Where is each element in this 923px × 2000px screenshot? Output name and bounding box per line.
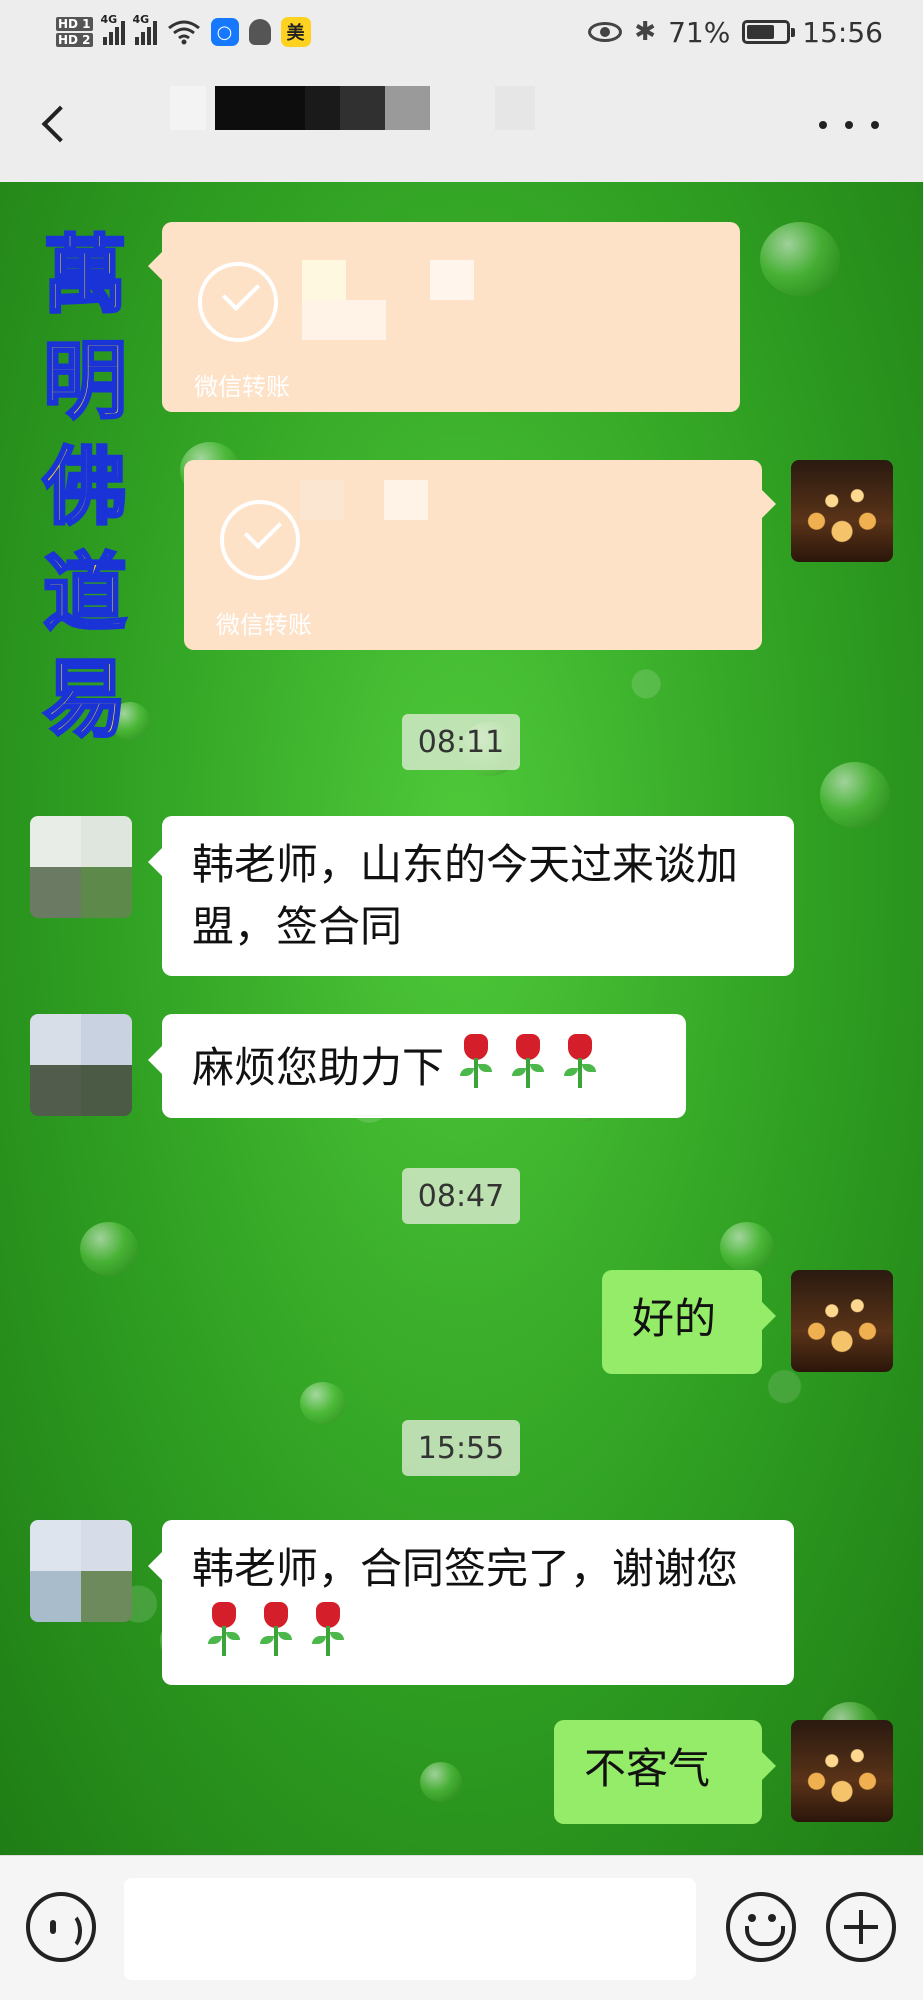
message-bubble[interactable]: 韩老师，山东的今天过来谈加盟，签合同: [148, 816, 794, 976]
voice-icon[interactable]: [26, 1892, 96, 1962]
plus-icon[interactable]: [826, 1892, 896, 1962]
calligraphy-char: 佛: [41, 436, 128, 538]
calligraphy-char: 明: [41, 330, 128, 432]
signal-icon-1: 4G: [101, 13, 125, 45]
avatar[interactable]: [791, 1270, 893, 1372]
calligraphy-char: 易: [41, 648, 128, 750]
message-bubble[interactable]: 韩老师，合同签完了，谢谢您: [148, 1520, 794, 1685]
message-text: 韩老师，合同签完了，谢谢您: [192, 1544, 739, 1593]
battery-percent: 71%: [668, 15, 731, 49]
status-bar: HD 1 HD 2 4G 4G ○ 美 ✱ 71% 15:56: [0, 0, 923, 64]
calligraphy-char: 萬: [41, 224, 128, 326]
avatar[interactable]: [791, 1720, 893, 1822]
input-bar: [0, 1855, 923, 2000]
avatar[interactable]: [30, 1014, 132, 1116]
message-text: 韩老师，山东的今天过来谈加盟，签合同: [192, 840, 739, 951]
message-text: 麻烦您助力下: [192, 1043, 445, 1092]
rose-icon: [308, 1600, 348, 1658]
rose-icon: [256, 1600, 296, 1658]
check-icon: [198, 262, 278, 342]
emoji-icon[interactable]: [726, 1892, 796, 1962]
rose-icon: [560, 1032, 600, 1090]
chat-area[interactable]: 萬 明 佛 道 易 微信转账 微信转账 08:11 韩老师，山东的今天过来谈加盟…: [0, 182, 923, 1855]
status-time: 15:56: [802, 15, 883, 49]
message-bubble[interactable]: 麻烦您助力下: [148, 1014, 686, 1118]
wifi-icon: [167, 20, 200, 45]
signal-icon-2: 4G: [133, 13, 157, 45]
transfer-card[interactable]: 微信转账: [148, 222, 740, 412]
back-icon[interactable]: [30, 94, 80, 154]
lightbulb-app-icon: ○: [210, 18, 239, 46]
rose-icon: [204, 1600, 244, 1658]
message-bubble[interactable]: 好的: [602, 1270, 776, 1374]
timestamp: 08:47: [402, 1168, 520, 1224]
timestamp: 15:55: [402, 1420, 520, 1476]
avatar[interactable]: [30, 1520, 132, 1622]
timestamp: 08:11: [402, 714, 520, 770]
message-text: 好的: [632, 1294, 717, 1343]
rose-icon: [508, 1032, 548, 1090]
avatar[interactable]: [30, 816, 132, 918]
chat-header: [0, 64, 923, 182]
message-input[interactable]: [124, 1878, 696, 1980]
check-icon: [220, 500, 300, 580]
calligraphy-char: 道: [41, 542, 128, 644]
calligraphy-overlay: 萬 明 佛 道 易: [30, 222, 140, 752]
battery-icon: [742, 20, 796, 44]
transfer-label: 微信转账: [194, 373, 290, 401]
message-bubble[interactable]: 不客气: [554, 1720, 776, 1824]
meituan-icon: 美: [280, 17, 311, 47]
transfer-label: 微信转账: [216, 611, 312, 639]
qq-icon: [248, 19, 271, 45]
more-icon[interactable]: [819, 100, 879, 150]
transfer-card[interactable]: 微信转账: [184, 460, 776, 650]
avatar[interactable]: [791, 460, 893, 562]
message-text: 不客气: [584, 1744, 711, 1793]
eye-icon: [588, 22, 623, 42]
chat-title-redacted: [170, 86, 770, 146]
hd-indicator: HD 1 HD 2: [56, 17, 93, 47]
rose-icon: [456, 1032, 496, 1090]
bluetooth-icon: ✱: [634, 17, 657, 47]
